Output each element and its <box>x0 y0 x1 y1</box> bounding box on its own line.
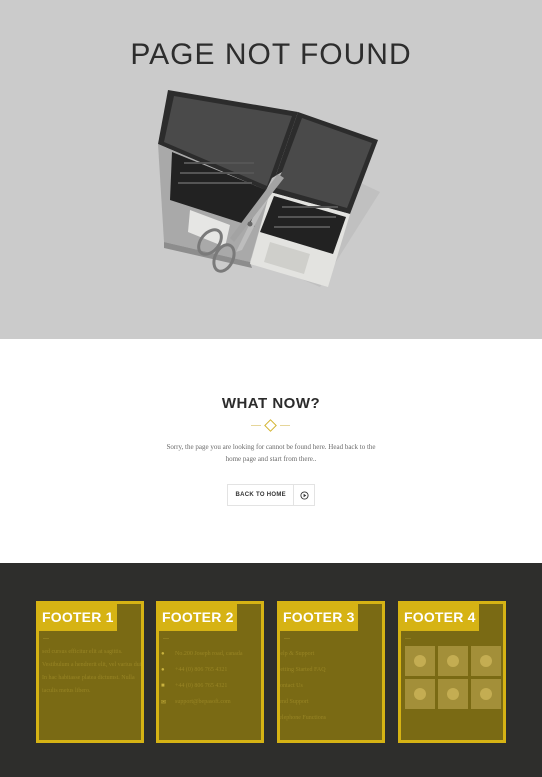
gallery-thumbnail[interactable] <box>438 646 468 676</box>
footer-link[interactable]: Getting Started FAQ <box>280 662 376 678</box>
gallery-thumbnail[interactable] <box>405 679 435 709</box>
contact-phone[interactable]: ● +44 (0) 806 765 4321 <box>161 662 261 678</box>
divider-line <box>251 425 261 426</box>
contact-address-text: No.200 Joseph road, canada <box>175 651 243 657</box>
contact-email-text: support@bepasoft.com <box>175 699 231 705</box>
page-title: PAGE NOT FOUND <box>130 38 412 71</box>
hero-section: PAGE NOT FOUND <box>0 0 542 339</box>
contact-list: ● No.200 Joseph road, canada ● +44 (0) 8… <box>161 646 261 710</box>
contact-email[interactable]: ✉ support@bepasoft.com <box>161 694 261 710</box>
gallery-thumbnail[interactable] <box>438 679 468 709</box>
error-message: Sorry, the page you are looking for cann… <box>166 443 376 463</box>
footer-col-1: FOOTER 1 sed cursus efficitur elit at sa… <box>36 601 144 743</box>
footer-col-text: sed cursus efficitur elit at sagittis. V… <box>42 649 143 694</box>
footer: FOOTER 1 sed cursus efficitur elit at sa… <box>0 563 542 777</box>
mobile-icon: ■ <box>161 683 165 689</box>
footer-col-title: FOOTER 4 <box>401 604 479 631</box>
laptop-scissors-illustration <box>158 90 380 287</box>
footer-col-divider <box>284 638 290 639</box>
divider-line <box>280 425 290 426</box>
footer-link[interactable]: Help & Support <box>280 646 376 662</box>
gallery-thumbnail[interactable] <box>471 646 501 676</box>
contact-address: ● No.200 Joseph road, canada <box>161 646 261 662</box>
footer-col-divider <box>163 638 169 639</box>
footer-link[interactable]: Contact Us <box>280 678 376 694</box>
section-heading: WHAT NOW? <box>221 395 321 412</box>
back-to-home-label: BACK TO HOME <box>235 492 286 498</box>
footer-col-title: FOOTER 1 <box>39 604 117 631</box>
footer-col-divider <box>43 638 49 639</box>
map-pin-icon: ● <box>161 651 165 657</box>
footer-col-3: FOOTER 3 Help & Support Getting Started … <box>277 601 385 743</box>
email-icon: ✉ <box>161 699 167 706</box>
footer-col-4: FOOTER 4 <box>398 601 506 743</box>
footer-link[interactable]: Send Support <box>280 694 376 710</box>
footer-col-title: FOOTER 2 <box>159 604 237 631</box>
diamond-divider-icon <box>264 419 277 432</box>
arrow-circle-right-icon <box>293 485 314 505</box>
contact-mobile-text: +44 (0) 806 765 4321 <box>175 683 228 689</box>
phone-icon: ● <box>161 667 165 673</box>
footer-col-divider <box>405 638 411 639</box>
footer-links: Help & Support Getting Started FAQ Conta… <box>280 646 376 726</box>
gallery-thumbnail[interactable] <box>471 679 501 709</box>
footer-gallery <box>405 646 503 709</box>
back-to-home-button[interactable]: BACK TO HOME <box>227 484 315 506</box>
contact-phone-text: +44 (0) 806 765 4321 <box>175 667 228 673</box>
footer-link[interactable]: Telephone Functions <box>280 710 376 726</box>
gallery-thumbnail[interactable] <box>405 646 435 676</box>
contact-mobile[interactable]: ■ +44 (0) 806 765 4321 <box>161 678 261 694</box>
footer-col-2: FOOTER 2 ● No.200 Joseph road, canada ● … <box>156 601 264 743</box>
footer-col-title: FOOTER 3 <box>280 604 358 631</box>
